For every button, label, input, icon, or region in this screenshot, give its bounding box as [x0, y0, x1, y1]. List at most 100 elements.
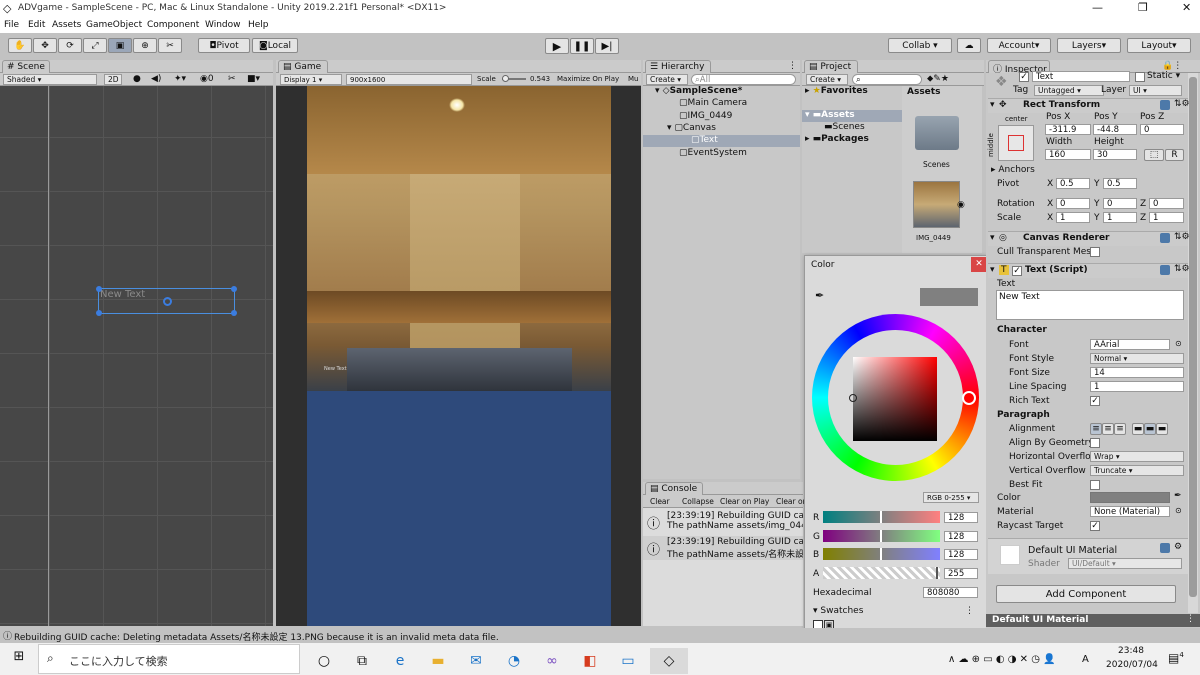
pos-z-input[interactable]: 0	[1140, 124, 1184, 135]
clock-date[interactable]: 2020/07/04	[1106, 660, 1158, 670]
maximize-button[interactable]: ❐	[1138, 1, 1148, 14]
static-checkbox[interactable]	[1135, 72, 1145, 82]
object-picker-icon[interactable]: ⊙	[1175, 506, 1182, 515]
hierarchy-create-dropdown[interactable]: Create ▾	[646, 74, 688, 85]
scene-text-rect[interactable]: New Text	[96, 286, 237, 316]
scale-x-input[interactable]: 1	[1056, 212, 1090, 223]
scale-z-input[interactable]: 1	[1149, 212, 1184, 223]
a-value-input[interactable]: 255	[944, 568, 978, 579]
line-spacing-input[interactable]: 1	[1090, 381, 1184, 392]
tools-icon[interactable]: ✂	[228, 74, 236, 84]
taskbar-search-input[interactable]: ⌕ ここに入力して検索	[38, 644, 300, 674]
tab-game[interactable]: ▤ Game	[278, 60, 328, 73]
color-field[interactable]	[1090, 492, 1170, 503]
hierarchy-item-canvas[interactable]: ▾ ▢Canvas	[667, 123, 716, 133]
text-content-input[interactable]: New Text	[996, 290, 1184, 320]
lock-icon[interactable]: 🔒⋮	[1162, 61, 1182, 71]
scrollbar-thumb[interactable]	[1189, 77, 1197, 597]
anchor-presets-button[interactable]	[998, 125, 1034, 161]
step-button[interactable]: ▶|	[595, 38, 619, 54]
sv-handle[interactable]	[849, 394, 857, 402]
display-dropdown[interactable]: Display 1 ▾	[280, 74, 342, 85]
move-tool-button[interactable]: ✥	[33, 38, 57, 53]
shader-dropdown[interactable]: UI/Default ▾	[1068, 558, 1182, 569]
explorer-icon[interactable]: ▬	[419, 648, 457, 674]
slider-thumb[interactable]	[936, 567, 938, 579]
menu-edit[interactable]: Edit	[28, 20, 45, 30]
slider-thumb[interactable]	[880, 548, 882, 560]
hidden-objects-icon[interactable]: ◉0	[200, 74, 214, 84]
account-dropdown[interactable]: Account ▾	[987, 38, 1051, 53]
browser-icon[interactable]: ◔	[495, 648, 533, 674]
object-name-input[interactable]: Text	[1032, 71, 1130, 82]
cloud-button[interactable]: ☁	[957, 38, 981, 53]
scale-slider-thumb[interactable]	[502, 75, 509, 82]
b-slider[interactable]	[823, 548, 940, 560]
console-clear-on-build-button[interactable]: Clear or	[776, 497, 806, 506]
menu-gameobject[interactable]: GameObject	[86, 20, 142, 30]
inspector-scrollbar[interactable]	[1188, 73, 1198, 613]
hue-handle[interactable]	[962, 391, 976, 405]
cull-transparent-checkbox[interactable]	[1090, 247, 1100, 257]
raw-edit-button[interactable]: R	[1165, 149, 1184, 161]
console-log-entry[interactable]: ⓘ [23:39:19] Rebuilding GUID cac The pat…	[643, 510, 803, 534]
rect-handle[interactable]	[231, 310, 237, 316]
start-button[interactable]: ⊞	[0, 643, 38, 669]
close-button[interactable]: ✕	[1182, 1, 1191, 14]
g-slider[interactable]	[823, 530, 940, 542]
2d-toggle[interactable]: 2D	[104, 74, 122, 85]
tab-hierarchy[interactable]: ☰ Hierarchy	[645, 60, 711, 73]
rotation-y-input[interactable]: 0	[1103, 198, 1137, 209]
layout-dropdown[interactable]: Layout ▾	[1127, 38, 1191, 53]
hierarchy-item-img[interactable]: ▢IMG_0449	[679, 111, 732, 121]
help-icon[interactable]	[1160, 543, 1170, 553]
font-field[interactable]: AArial	[1090, 339, 1170, 350]
lighting-icon[interactable]: ●	[133, 74, 141, 84]
scale-y-input[interactable]: 1	[1103, 212, 1137, 223]
layers-dropdown[interactable]: Layers ▾	[1057, 38, 1121, 53]
menu-help[interactable]: Help	[248, 20, 269, 30]
effects-icon[interactable]: ✦▾	[174, 74, 186, 84]
height-input[interactable]: 30	[1093, 149, 1137, 160]
console-collapse-button[interactable]: Collapse	[682, 497, 714, 506]
minimize-button[interactable]: —	[1092, 1, 1103, 14]
project-tree-packages[interactable]: ▸ ▬Packages	[805, 134, 869, 144]
anchors-foldout[interactable]: ▸ Anchors	[991, 165, 1035, 175]
transform-tool-button[interactable]: ⊕	[133, 38, 157, 53]
footer-menu-icon[interactable]: ⋮	[1186, 614, 1195, 624]
clock-time[interactable]: 23:48	[1118, 646, 1144, 656]
office-icon[interactable]: ◧	[571, 648, 609, 674]
width-input[interactable]: 160	[1045, 149, 1091, 160]
pos-y-input[interactable]: -44.8	[1093, 124, 1137, 135]
mute-audio-toggle[interactable]: Mu	[628, 75, 638, 83]
rotate-tool-button[interactable]: ⟳	[58, 38, 82, 53]
pivot-y-input[interactable]: 0.5	[1103, 178, 1137, 189]
close-icon[interactable]: ✕	[971, 257, 987, 272]
settings-icon[interactable]: ⇅⚙	[1174, 99, 1190, 109]
pivot-handle[interactable]	[163, 297, 172, 306]
menu-file[interactable]: File	[4, 20, 19, 30]
hand-tool-button[interactable]: ✋	[8, 38, 32, 53]
horizontal-overflow-dropdown[interactable]: Wrap ▾	[1090, 451, 1184, 462]
align-center-button[interactable]: ≡	[1102, 423, 1114, 435]
help-icon[interactable]	[1160, 233, 1170, 243]
project-create-dropdown[interactable]: Create ▾	[806, 74, 848, 85]
tray-icons[interactable]: ∧ ☁ ⊕ ▭ ◐ ◑ ✕ ◷ 👤	[948, 654, 1056, 665]
status-bar[interactable]: ⓘ Rebuilding GUID cache: Deleting metada…	[0, 628, 1200, 643]
ime-indicator[interactable]: A	[1082, 654, 1089, 665]
static-dropdown[interactable]: Static ▾	[1147, 71, 1180, 81]
tab-project[interactable]: ▤ Project	[804, 60, 858, 73]
unity-taskbar-icon[interactable]: ◇	[650, 648, 688, 674]
maximize-on-play-toggle[interactable]: Maximize On Play	[557, 75, 619, 83]
saturation-value-square[interactable]	[849, 357, 937, 441]
font-size-input[interactable]: 14	[1090, 367, 1184, 378]
rect-tool-button[interactable]: ▣	[108, 38, 132, 53]
layer-dropdown[interactable]: UI ▾	[1129, 85, 1182, 96]
settings-icon[interactable]: ⇅⚙	[1174, 264, 1190, 274]
visual-studio-icon[interactable]: ∞	[533, 648, 571, 674]
resolution-dropdown[interactable]: 900x1600	[346, 74, 472, 85]
scene-view[interactable]: New Text	[0, 86, 273, 626]
task-view-icon[interactable]: ⧉	[343, 648, 381, 674]
text-enabled-checkbox[interactable]: ✓	[1012, 266, 1022, 276]
material-field[interactable]: None (Material)	[1090, 506, 1170, 517]
